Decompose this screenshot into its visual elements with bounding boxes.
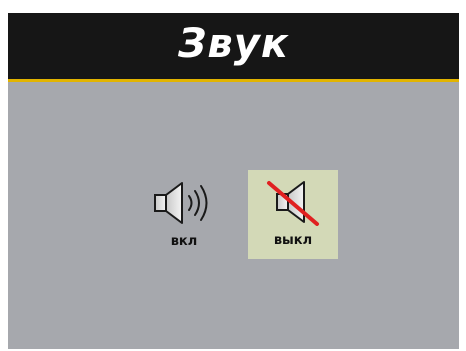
sound-settings-screen: Звук вкл выкл	[8, 13, 459, 349]
sound-off-label: выкл	[273, 233, 313, 248]
screen-title: Звук	[178, 21, 289, 67]
sound-on-label: вкл	[170, 234, 198, 249]
speaker-muted-icon	[263, 178, 323, 226]
sound-off-option[interactable]: выкл	[248, 170, 338, 259]
speaker-on-icon	[149, 179, 219, 227]
sound-on-option[interactable]: вкл	[142, 171, 226, 259]
title-bar: Звук	[8, 13, 459, 82]
